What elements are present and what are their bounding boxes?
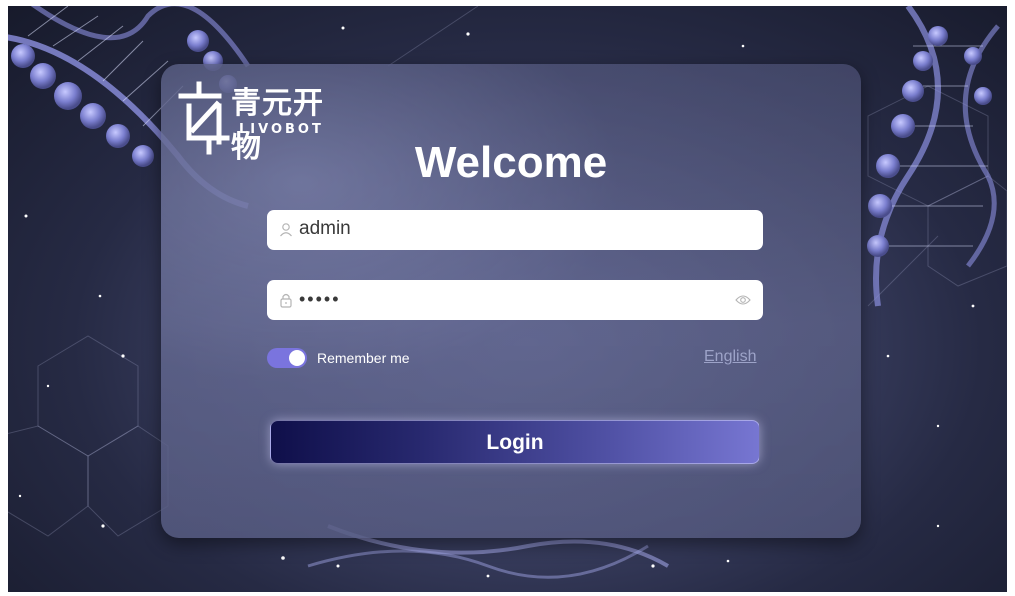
lock-icon — [280, 293, 292, 308]
login-card: 青元开物 LIVOBOT Welcome admin ••••• Remembe… — [161, 64, 861, 538]
remember-me-label: Remember me — [317, 350, 410, 366]
brand-name-en: LIVOBOT — [239, 122, 324, 137]
toggle-knob — [289, 350, 305, 366]
password-field[interactable]: ••••• — [267, 280, 763, 320]
password-value: ••••• — [299, 289, 341, 309]
page-title: Welcome — [414, 138, 608, 187]
username-field[interactable]: admin — [267, 210, 763, 250]
user-icon — [280, 223, 292, 237]
eye-icon[interactable] — [735, 293, 751, 307]
login-screen: 青元开物 LIVOBOT Welcome admin ••••• Remembe… — [8, 6, 1007, 592]
login-button[interactable]: Login — [270, 420, 760, 464]
username-value: admin — [299, 218, 351, 239]
remember-me-toggle[interactable] — [267, 348, 307, 368]
language-link[interactable]: English — [704, 348, 756, 366]
